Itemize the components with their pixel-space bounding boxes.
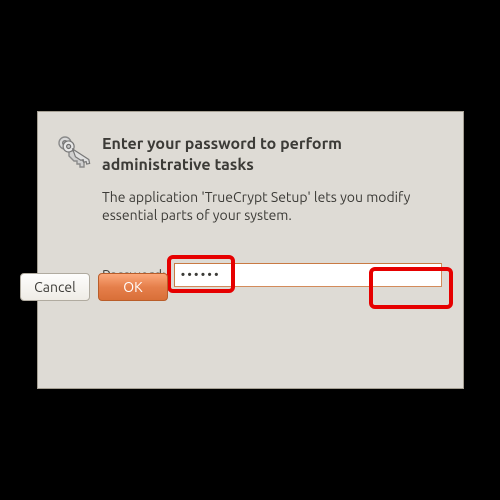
keys-icon — [54, 132, 92, 174]
dialog-description: The application 'TrueCrypt Setup' lets y… — [38, 176, 463, 226]
ok-button[interactable]: OK — [98, 273, 168, 301]
dialog-title: Enter your password to perform administr… — [102, 130, 443, 176]
dialog-header: Enter your password to perform administr… — [38, 112, 463, 176]
dialog-button-row: Cancel OK — [20, 273, 445, 301]
cancel-button[interactable]: Cancel — [20, 273, 90, 301]
screenshot-stage: Enter your password to perform administr… — [0, 0, 500, 500]
highlight-ok — [369, 267, 453, 309]
auth-dialog: Enter your password to perform administr… — [37, 111, 464, 389]
